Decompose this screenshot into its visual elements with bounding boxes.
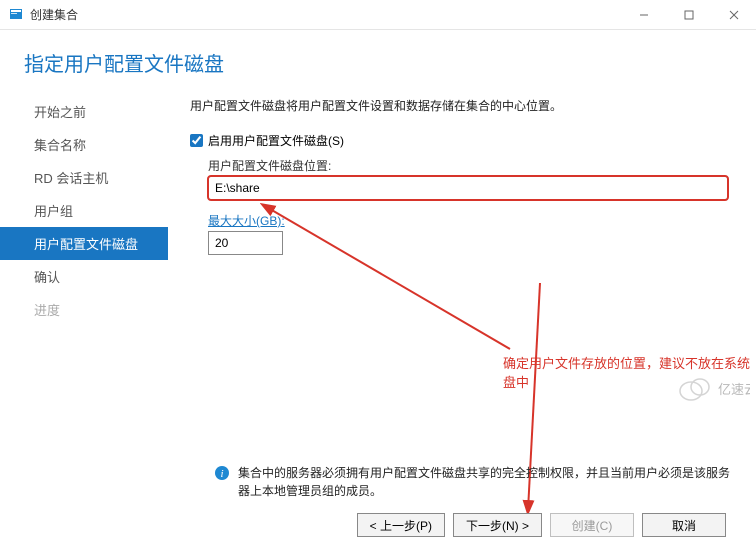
cancel-button[interactable]: 取消: [642, 513, 726, 537]
description-text: 用户配置文件磁盘将用户配置文件设置和数据存储在集合的中心位置。: [190, 97, 728, 114]
svg-text:i: i: [220, 468, 223, 480]
info-icon: i: [214, 465, 230, 500]
info-row: i 集合中的服务器必须拥有用户配置文件磁盘共享的完全控制权限，并且当前用户必须是…: [214, 464, 734, 500]
sidebar-item-confirm[interactable]: 确认: [0, 260, 168, 293]
info-text: 集合中的服务器必须拥有用户配置文件磁盘共享的完全控制权限，并且当前用户必须是该服…: [238, 464, 734, 500]
window-title: 创建集合: [30, 6, 621, 23]
sidebar-item-usergroup[interactable]: 用户组: [0, 194, 168, 227]
sidebar-item-profiledisk[interactable]: 用户配置文件磁盘: [0, 227, 168, 260]
page-heading: 指定用户配置文件磁盘: [0, 30, 756, 91]
maxsize-input[interactable]: [208, 231, 283, 255]
button-row: < 上一步(P) 下一步(N) > 创建(C) 取消: [357, 513, 726, 537]
sidebar-item-rdhost[interactable]: RD 会话主机: [0, 161, 168, 194]
close-button[interactable]: [711, 0, 756, 30]
next-button[interactable]: 下一步(N) >: [453, 513, 542, 537]
sidebar-item-name[interactable]: 集合名称: [0, 128, 168, 161]
minimize-button[interactable]: [621, 0, 666, 30]
app-icon: [8, 7, 24, 23]
titlebar: 创建集合: [0, 0, 756, 30]
prev-button[interactable]: < 上一步(P): [357, 513, 445, 537]
window-controls: [621, 0, 756, 29]
sidebar-item-start[interactable]: 开始之前: [0, 95, 168, 128]
main-panel: 用户配置文件磁盘将用户配置文件设置和数据存储在集合的中心位置。 启用用户配置文件…: [168, 91, 756, 526]
wizard-sidebar: 开始之前 集合名称 RD 会话主机 用户组 用户配置文件磁盘 确认 进度: [0, 91, 168, 526]
location-input[interactable]: [208, 176, 728, 200]
location-label: 用户配置文件磁盘位置:: [208, 157, 728, 174]
maxsize-label-link[interactable]: 最大大小(GB):: [208, 214, 285, 228]
create-button: 创建(C): [550, 513, 634, 537]
svg-text:亿速云: 亿速云: [718, 382, 750, 397]
content-area: 开始之前 集合名称 RD 会话主机 用户组 用户配置文件磁盘 确认 进度 用户配…: [0, 91, 756, 526]
watermark: 亿速云: [678, 374, 750, 405]
maxsize-label: 最大大小(GB):: [208, 212, 728, 229]
enable-checkbox-row: 启用用户配置文件磁盘(S): [190, 132, 728, 149]
enable-profile-disk-label: 启用用户配置文件磁盘(S): [208, 132, 344, 149]
enable-profile-disk-checkbox[interactable]: [190, 134, 203, 147]
sidebar-item-progress: 进度: [0, 293, 168, 326]
maximize-button[interactable]: [666, 0, 711, 30]
